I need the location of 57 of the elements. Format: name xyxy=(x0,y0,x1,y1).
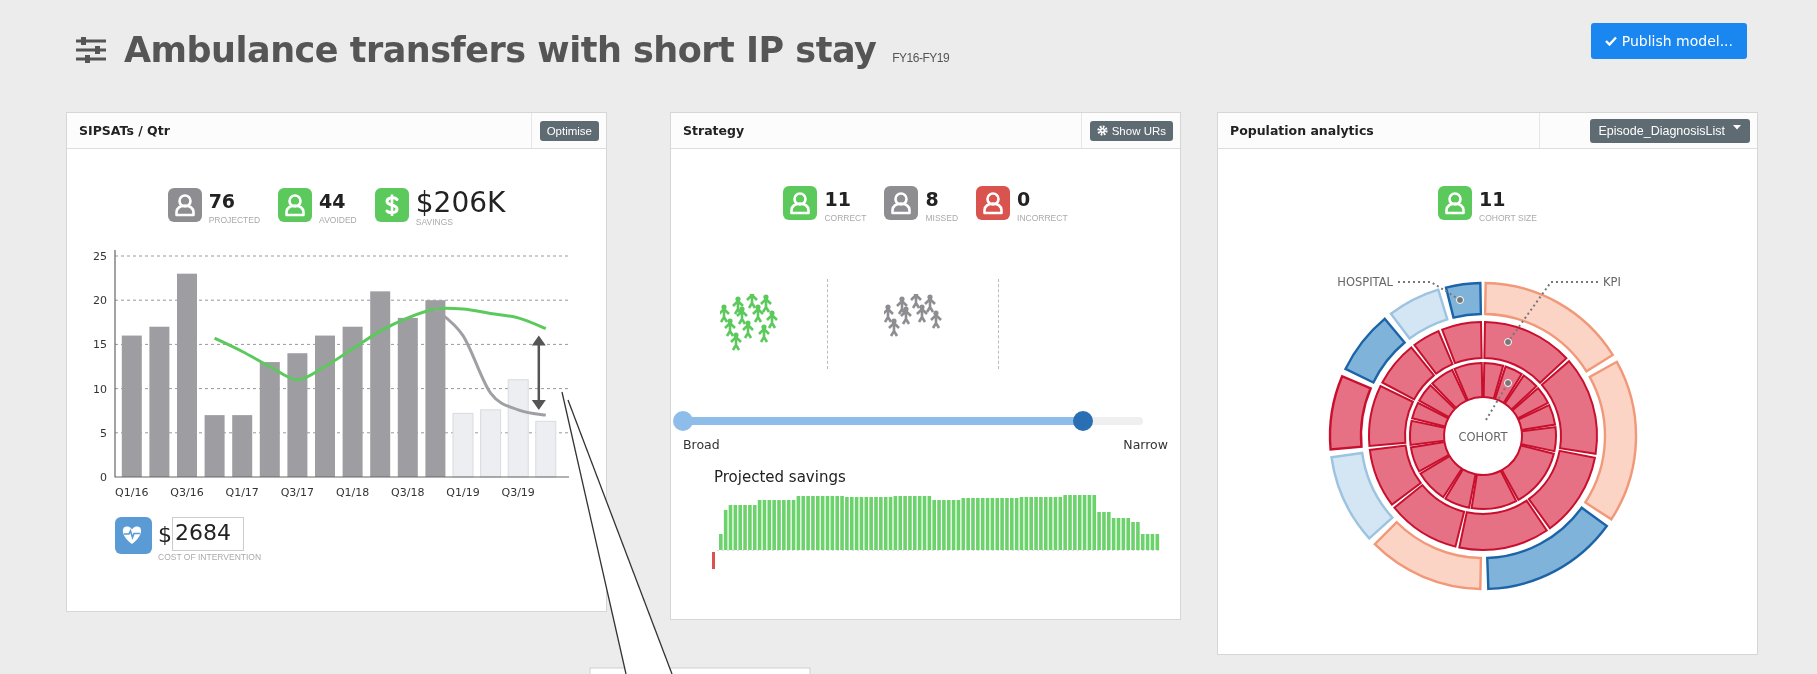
dropdown-button[interactable]: Episode_DiagnosisList xyxy=(1589,118,1750,143)
position-marker xyxy=(712,552,715,569)
savings-title: Projected savings xyxy=(714,468,846,486)
stat-label: PROJECTED xyxy=(208,215,261,225)
stat-label: COHORT SIZE xyxy=(1479,213,1537,223)
stat-value: 44 xyxy=(319,189,347,214)
axis-tick-label: 15 xyxy=(93,338,107,352)
axis-tick-label: 20 xyxy=(93,294,107,308)
stat-label: AVOIDED xyxy=(319,215,357,225)
cost-label: COST OF INTERVENTION xyxy=(158,552,262,562)
slider-min-label: Broad xyxy=(683,437,720,452)
slider-max-label: Narrow xyxy=(1123,437,1168,452)
stat-value: 76 xyxy=(208,189,237,214)
publish-button[interactable]: Publish model... xyxy=(1590,23,1747,59)
axis-tick-label: 25 xyxy=(93,250,107,263)
caret-icon xyxy=(1733,125,1741,130)
axis-tick-label: Q3/19 xyxy=(501,486,535,499)
page-title: Ambulance transfers with short IP stay xyxy=(124,30,877,70)
currency-symbol: $ xyxy=(158,521,172,547)
stat-value: 11 xyxy=(1479,187,1507,212)
gear-icon xyxy=(1096,125,1108,136)
heart-pulse-icon xyxy=(115,517,152,554)
stat-value: 11 xyxy=(824,187,852,212)
stat-value: $206K xyxy=(415,188,506,218)
axis-tick-label: Q1/16 xyxy=(115,486,149,499)
cost-input[interactable]: 2684 xyxy=(172,517,244,551)
check-icon xyxy=(1604,36,1617,46)
axis-tick-label: Q3/18 xyxy=(391,486,425,499)
stat-label: SAVINGS xyxy=(415,217,454,227)
slider-handle[interactable] xyxy=(673,411,693,431)
period-label: FY16-FY19 xyxy=(892,51,950,65)
axis-tick-label: Q1/18 xyxy=(335,486,370,499)
ring-label: HOSPITAL xyxy=(1336,275,1393,289)
axis-tick-label: Q1/19 xyxy=(446,486,480,499)
stat-label: INCORRECT xyxy=(1017,213,1068,223)
stat-value: 8 xyxy=(925,187,940,212)
slider-handle[interactable] xyxy=(1073,411,1094,431)
ring-label: KPI xyxy=(1602,275,1621,289)
leader-line xyxy=(1396,281,1464,304)
sliders-icon xyxy=(74,35,108,65)
stat-value: 0 xyxy=(1017,187,1032,212)
panel-title: SIPSATs / Qtr xyxy=(78,123,170,138)
panel-title: Strategy xyxy=(682,123,745,138)
leader-line xyxy=(1484,379,1512,421)
panel-title: Population analytics xyxy=(1229,123,1374,138)
optimise-button[interactable]: Optimise xyxy=(539,120,599,141)
axis-tick-label: 10 xyxy=(93,382,107,396)
axis-tick-label: Q1/17 xyxy=(225,486,259,499)
double-arrow-icon xyxy=(531,335,546,411)
axis-tick-label: Q3/17 xyxy=(280,486,315,499)
axis-tick-label: 0 xyxy=(100,471,107,484)
show-button[interactable]: Show URs xyxy=(1089,120,1173,141)
stat-label: MISSED xyxy=(925,213,959,223)
axis-tick-label: Q3/16 xyxy=(170,486,204,499)
axis-tick-label: 5 xyxy=(100,426,107,440)
stat-label: CORRECT xyxy=(824,213,867,223)
ring-label: COHORT xyxy=(1458,430,1507,444)
